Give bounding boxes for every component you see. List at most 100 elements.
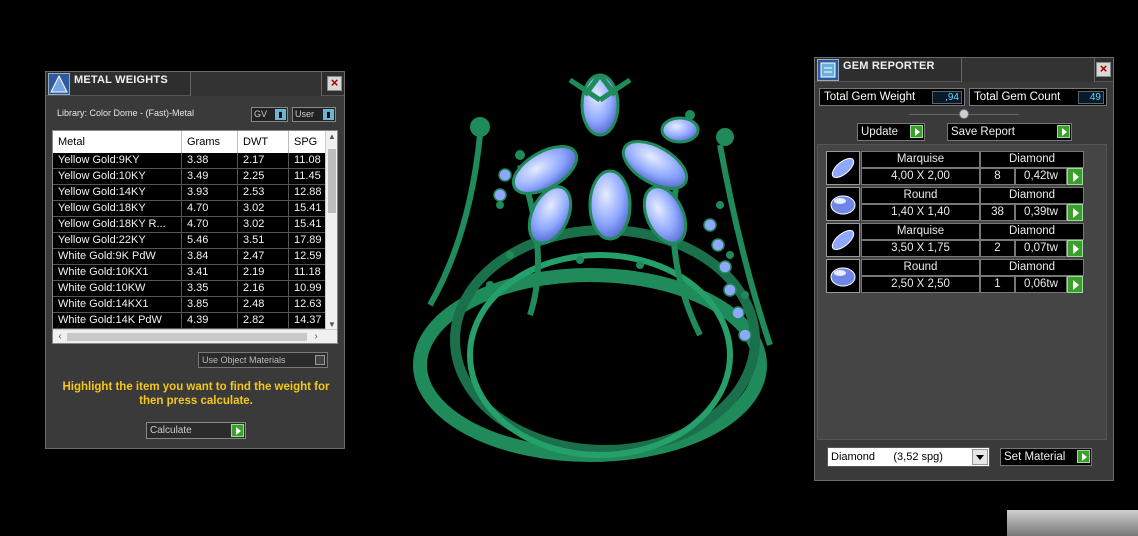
- table-row[interactable]: Yellow Gold:10KY 3.49 2.25 11.45: [53, 169, 327, 185]
- table-cell: 2.53: [238, 185, 289, 201]
- material-select[interactable]: Diamond (3,52 spg): [827, 447, 990, 467]
- table-header: Metal Grams DWT SPG: [53, 131, 327, 153]
- table-row[interactable]: Yellow Gold:18KY R... 4.70 3.02 15.41: [53, 217, 327, 233]
- use-object-materials-label: Use Object Materials: [202, 355, 286, 365]
- table-cell: Yellow Gold:18KY R...: [53, 217, 182, 233]
- table-cell: 4.70: [182, 217, 238, 233]
- play-arrow-icon: [1057, 125, 1070, 138]
- column-header-metal[interactable]: Metal: [53, 131, 182, 153]
- calculate-label: Calculate: [150, 425, 192, 436]
- checkbox-icon[interactable]: [315, 355, 325, 365]
- vertical-scrollbar[interactable]: ▲ ▼: [325, 131, 337, 331]
- gem-row[interactable]: Marquise Diamond 3,50 X 1,75 2 0,07tw: [826, 223, 1084, 257]
- table-cell: 15.41: [289, 217, 327, 233]
- update-button[interactable]: Update: [857, 123, 925, 141]
- column-header-dwt[interactable]: DWT: [238, 131, 289, 153]
- table-cell: 4.70: [182, 201, 238, 217]
- gem-size: 4,00 X 2,00: [861, 168, 980, 185]
- gem-shape: Marquise: [861, 223, 980, 240]
- gem-material: Diamond: [980, 187, 1084, 204]
- ring-3d-viewport[interactable]: [400, 55, 800, 495]
- chevron-down-icon[interactable]: [972, 449, 988, 465]
- gem-count: 2: [980, 240, 1015, 257]
- ring-shank: [413, 225, 767, 462]
- gem-weight: 0,42tw: [1015, 168, 1067, 185]
- table-cell: Yellow Gold:10KY: [53, 169, 182, 185]
- table-cell: Yellow Gold:9KY: [53, 153, 182, 169]
- table-cell: 4.39: [182, 313, 238, 329]
- total-gem-count-value: 49: [1078, 91, 1104, 104]
- table-row[interactable]: White Gold:9K PdW 3.84 2.47 12.59: [53, 249, 327, 265]
- table-cell: 14.37: [289, 313, 327, 329]
- set-material-button[interactable]: Set Material: [1000, 448, 1092, 466]
- scroll-up-icon[interactable]: ▲: [326, 131, 337, 143]
- table-row[interactable]: Yellow Gold:22KY 5.46 3.51 17.89: [53, 233, 327, 249]
- table-cell: 12.63: [289, 297, 327, 313]
- panel-splitter-handle[interactable]: [959, 109, 969, 119]
- library-label: Library: Color Dome - (Fast)-Metal: [57, 108, 195, 118]
- gv-select[interactable]: GV ▮: [251, 107, 288, 122]
- table-cell: 2.25: [238, 169, 289, 185]
- play-arrow-icon[interactable]: [1067, 204, 1083, 221]
- table-row[interactable]: White Gold:14K PdW 4.39 2.82 14.37: [53, 313, 327, 329]
- instruction-text: Highlight the item you want to find the …: [62, 381, 330, 407]
- horizontal-scrollbar[interactable]: ‹ ›: [53, 329, 337, 343]
- column-header-spg[interactable]: SPG: [289, 131, 327, 153]
- column-header-grams[interactable]: Grams: [182, 131, 238, 153]
- table-row[interactable]: Yellow Gold:9KY 3.38 2.17 11.08: [53, 153, 327, 169]
- user-select[interactable]: User ▮: [292, 107, 336, 122]
- gem-row[interactable]: Round Diamond 2,50 X 2,50 1 0,06tw: [826, 259, 1084, 293]
- gem-count: 8: [980, 168, 1015, 185]
- calculate-button[interactable]: Calculate: [146, 422, 246, 439]
- table-cell: 12.59: [289, 249, 327, 265]
- table-cell: 2.48: [238, 297, 289, 313]
- gem-weight: 0,07tw: [1015, 240, 1067, 257]
- table-cell: 12.88: [289, 185, 327, 201]
- marquise-gem-icon: [826, 223, 860, 257]
- table-cell: White Gold:14K PdW: [53, 313, 182, 329]
- close-icon[interactable]: ×: [327, 76, 342, 91]
- title-tab-filler: [961, 58, 1095, 82]
- ring-head: [511, 73, 700, 245]
- metal-weights-titlebar[interactable]: METAL WEIGHTS ×: [46, 72, 344, 96]
- table-cell: 5.46: [182, 233, 238, 249]
- gem-row[interactable]: Round Diamond 1,40 X 1,40 38 0,39tw: [826, 187, 1084, 221]
- gem-material: Diamond: [980, 259, 1084, 276]
- table-cell: 2.47: [238, 249, 289, 265]
- use-object-materials-toggle[interactable]: Use Object Materials: [198, 352, 328, 368]
- play-arrow-icon[interactable]: [1067, 276, 1083, 293]
- table-row[interactable]: Yellow Gold:14KY 3.93 2.53 12.88: [53, 185, 327, 201]
- gem-shape: Round: [861, 259, 980, 276]
- table-cell: White Gold:10KX1: [53, 265, 182, 281]
- table-cell: 11.18: [289, 265, 327, 281]
- table-row[interactable]: White Gold:14KX1 3.85 2.48 12.63: [53, 297, 327, 313]
- table-cell: 3.49: [182, 169, 238, 185]
- material-select-value: Diamond (3,52 spg): [831, 451, 943, 463]
- close-icon[interactable]: ×: [1096, 62, 1111, 77]
- table-cell: White Gold:14KX1: [53, 297, 182, 313]
- gem-reporter-titlebar[interactable]: GEM REPORTER ×: [815, 58, 1113, 82]
- scroll-right-icon[interactable]: ›: [309, 330, 323, 343]
- scroll-thumb[interactable]: [67, 333, 307, 341]
- total-gem-weight-value: ,94: [932, 91, 962, 104]
- round-gem-icon: [826, 187, 860, 221]
- play-arrow-icon[interactable]: [1067, 168, 1083, 185]
- scroll-thumb[interactable]: [328, 149, 336, 213]
- table-cell: 2.16: [238, 281, 289, 297]
- table-row[interactable]: Yellow Gold:18KY 4.70 3.02 15.41: [53, 201, 327, 217]
- set-material-label: Set Material: [1004, 451, 1066, 463]
- save-report-button[interactable]: Save Report: [947, 123, 1072, 141]
- gv-select-value: GV: [254, 109, 268, 119]
- table-row[interactable]: White Gold:10KW 3.35 2.16 10.99: [53, 281, 327, 297]
- total-gem-weight-label: Total Gem Weight: [824, 91, 916, 103]
- gem-row[interactable]: Marquise Diamond 4,00 X 2,00 8 0,42tw: [826, 151, 1084, 185]
- scroll-left-icon[interactable]: ‹: [53, 330, 67, 343]
- table-row[interactable]: White Gold:10KX1 3.41 2.19 11.18: [53, 265, 327, 281]
- table-cell: 3.35: [182, 281, 238, 297]
- table-cell: Yellow Gold:22KY: [53, 233, 182, 249]
- gem-size: 1,40 X 1,40: [861, 204, 980, 221]
- gem-count: 38: [980, 204, 1015, 221]
- table-cell: 3.51: [238, 233, 289, 249]
- gem-material: Diamond: [980, 223, 1084, 240]
- play-arrow-icon[interactable]: [1067, 240, 1083, 257]
